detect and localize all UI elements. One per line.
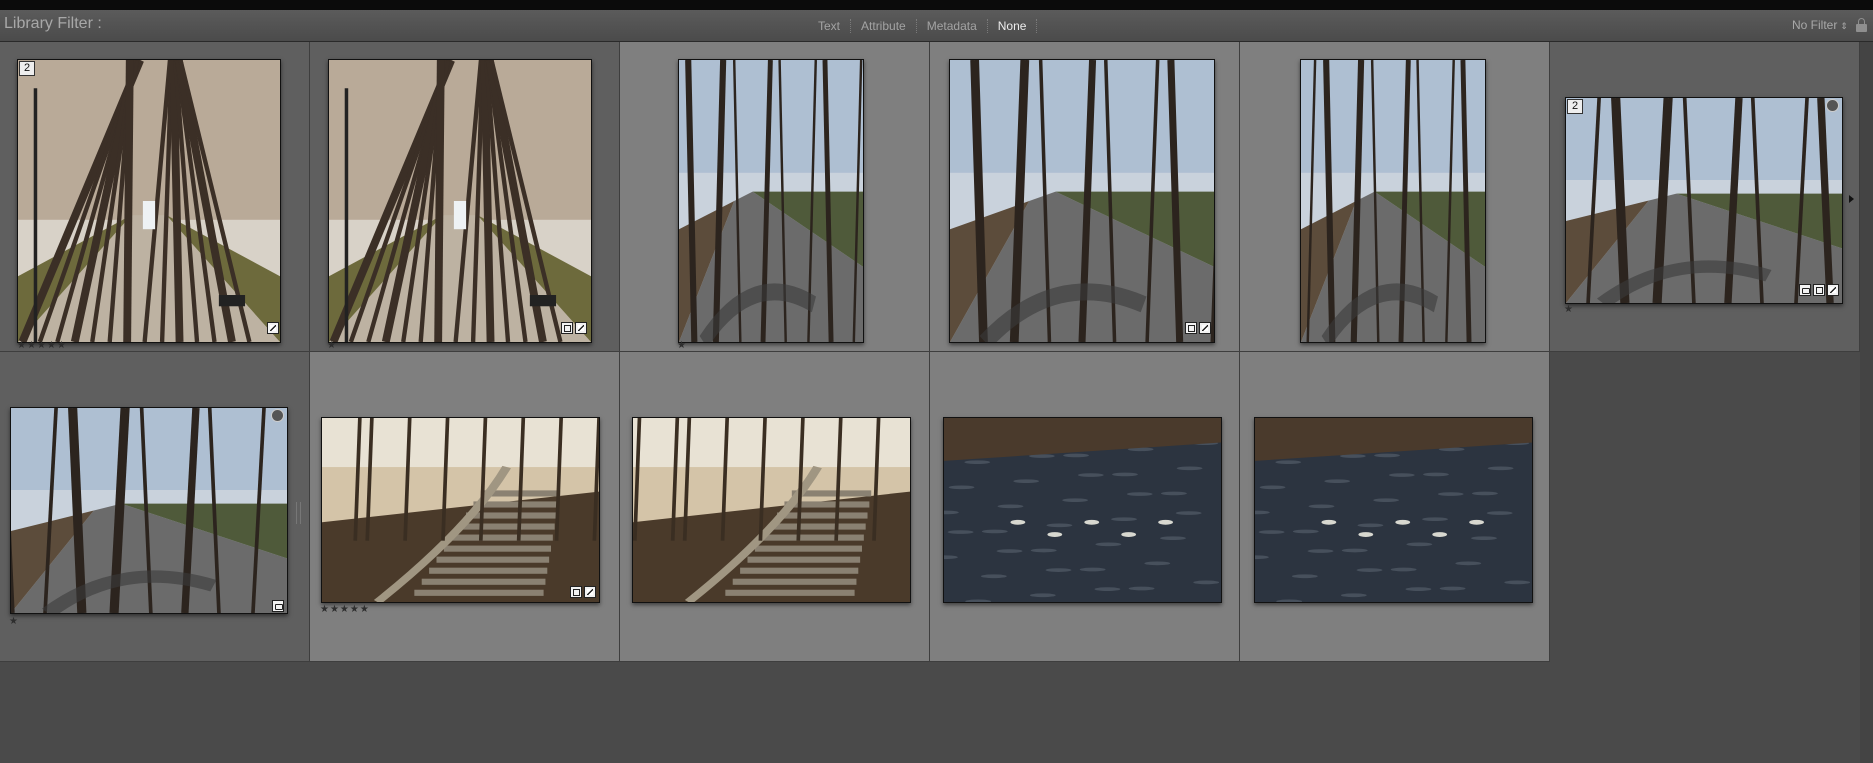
thumbnail-badges bbox=[570, 586, 596, 598]
develop-icon[interactable] bbox=[267, 322, 279, 334]
thumbnail-badges bbox=[1185, 322, 1211, 334]
star-rating[interactable]: ★ bbox=[677, 340, 687, 351]
window-top-strip bbox=[0, 0, 1873, 10]
collection-icon[interactable] bbox=[1799, 284, 1811, 296]
crop-icon[interactable] bbox=[1813, 284, 1825, 296]
star-rating[interactable]: ★ bbox=[327, 340, 337, 351]
star-rating[interactable]: ★★★★★ bbox=[320, 604, 370, 615]
crop-icon[interactable] bbox=[570, 586, 582, 598]
thumbnail-badges bbox=[561, 322, 587, 334]
library-filter-bar: Library Filter : Text Attribute Metadata… bbox=[0, 10, 1873, 42]
develop-icon[interactable] bbox=[1199, 322, 1211, 334]
photo-thumbnail-duck-pond[interactable] bbox=[943, 417, 1222, 603]
photo-thumbnail-forest-path[interactable] bbox=[1300, 59, 1486, 343]
right-panel-toggle-arrow[interactable] bbox=[1849, 195, 1854, 203]
filter-tab-none[interactable]: None bbox=[988, 19, 1037, 33]
stack-count-badge[interactable]: 2 bbox=[1567, 99, 1584, 114]
grid-scrollbar[interactable] bbox=[1860, 42, 1873, 763]
filter-preset-dropdown[interactable]: No Filter ⇕ bbox=[1792, 18, 1848, 32]
stack-count-badge[interactable]: 2 bbox=[19, 61, 36, 76]
filter-tab-text[interactable]: Text bbox=[808, 19, 850, 33]
photo-thumbnail-tree-avenue[interactable] bbox=[17, 59, 281, 343]
library-filter-label: Library Filter : bbox=[4, 15, 102, 32]
thumbnail-badges bbox=[1799, 284, 1839, 296]
photo-thumbnail-forest-path[interactable] bbox=[10, 407, 288, 614]
thumbnail-grid: 2 ★★★★★ ★ ★ 2 ★ ★ ★★★★★ bbox=[0, 42, 1873, 763]
chevron-updown-icon: ⇕ bbox=[1840, 21, 1848, 31]
empty-grid-cell bbox=[1550, 352, 1860, 662]
develop-icon[interactable] bbox=[575, 322, 587, 334]
filter-preset-value: No Filter bbox=[1792, 18, 1838, 32]
filter-tab-attribute[interactable]: Attribute bbox=[851, 19, 916, 33]
thumbnail-badges bbox=[272, 600, 284, 612]
photo-thumbnail-tree-avenue[interactable] bbox=[328, 59, 592, 343]
filter-tabs: Text Attribute Metadata None bbox=[808, 17, 1038, 35]
photo-thumbnail-stone-stairs[interactable] bbox=[321, 417, 600, 603]
photo-thumbnail-forest-path[interactable] bbox=[678, 59, 864, 343]
thumbnail-size-handle[interactable] bbox=[296, 502, 301, 524]
photo-thumbnail-duck-pond[interactable] bbox=[1254, 417, 1533, 603]
star-rating[interactable]: ★ bbox=[9, 616, 19, 627]
star-rating[interactable]: ★ bbox=[1564, 304, 1574, 315]
develop-icon[interactable] bbox=[1827, 284, 1839, 296]
thumbnail-badges bbox=[267, 322, 279, 334]
lock-icon[interactable] bbox=[1856, 18, 1867, 32]
quick-collection-icon[interactable] bbox=[1826, 99, 1839, 112]
develop-icon[interactable] bbox=[584, 586, 596, 598]
photo-thumbnail-forest-path[interactable] bbox=[1565, 97, 1843, 304]
collection-icon[interactable] bbox=[272, 600, 284, 612]
crop-icon[interactable] bbox=[1185, 322, 1197, 334]
star-rating[interactable]: ★★★★★ bbox=[17, 340, 67, 351]
photo-thumbnail-stone-stairs[interactable] bbox=[632, 417, 911, 603]
tab-separator bbox=[1036, 19, 1038, 33]
crop-icon[interactable] bbox=[561, 322, 573, 334]
photo-thumbnail-forest-path[interactable] bbox=[949, 59, 1215, 343]
quick-collection-icon[interactable] bbox=[271, 409, 284, 422]
filter-tab-metadata[interactable]: Metadata bbox=[917, 19, 987, 33]
